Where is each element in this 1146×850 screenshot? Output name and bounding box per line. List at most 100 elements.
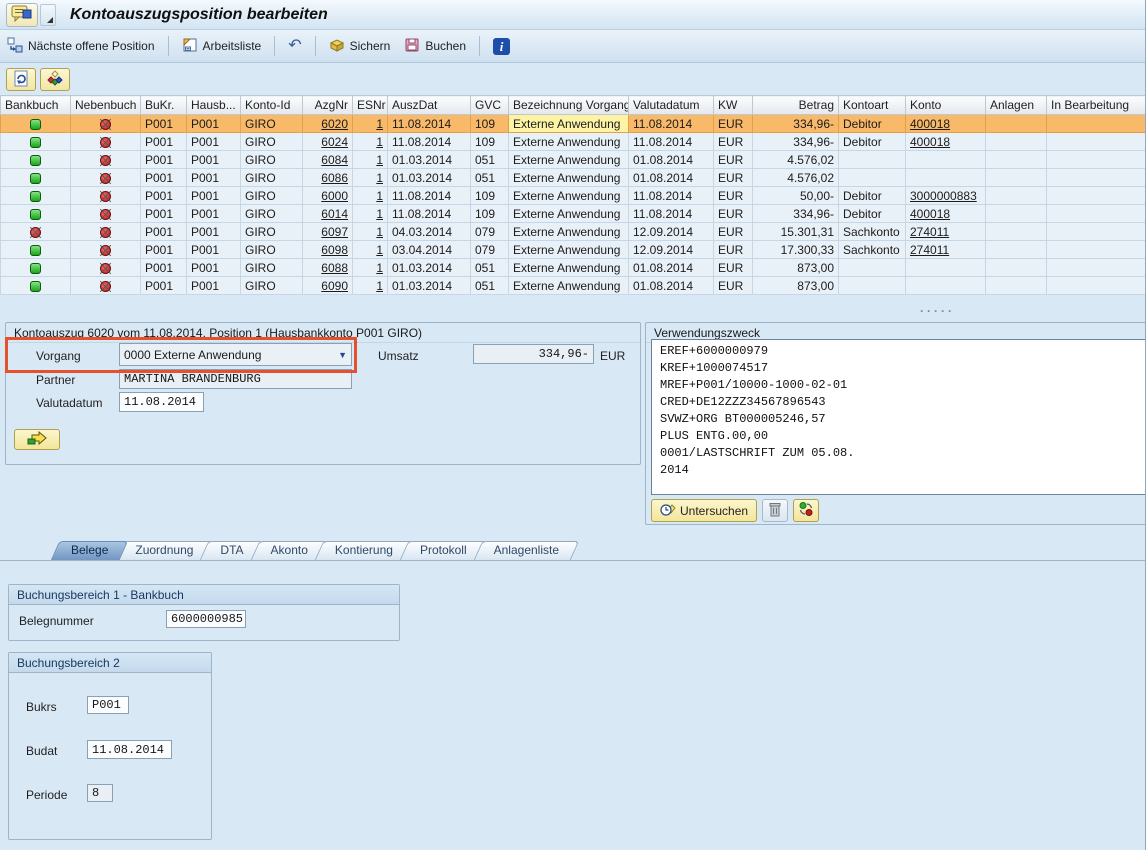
column-header[interactable]: Nebenbuch — [71, 96, 141, 115]
column-header[interactable]: Hausb... — [187, 96, 241, 115]
hierarchy-sort-button[interactable] — [40, 68, 70, 91]
column-header[interactable]: KW — [714, 96, 753, 115]
save-button[interactable]: Sichern — [322, 34, 398, 59]
valutadatum-field[interactable]: 11.08.2014 — [119, 392, 204, 412]
cell-link[interactable]: 1 — [353, 277, 388, 295]
column-header[interactable]: Valutadatum — [629, 96, 714, 115]
column-header[interactable]: Kontoart — [839, 96, 906, 115]
services-menu-button[interactable] — [6, 3, 38, 27]
column-header[interactable]: GVC — [471, 96, 509, 115]
cell — [1047, 259, 1146, 277]
payment-note-text[interactable]: EREF+6000000979 KREF+1000074517 MREF+P00… — [651, 339, 1146, 495]
cell-link[interactable]: 3000000883 — [906, 187, 986, 205]
cell-link[interactable]: 6086 — [303, 169, 353, 187]
cell-link[interactable]: 6088 — [303, 259, 353, 277]
column-header[interactable]: ESNr — [353, 96, 388, 115]
cell-link[interactable]: 6020 — [303, 115, 353, 133]
nebenbuch-status-icon — [100, 191, 111, 202]
partner-field[interactable]: MARTINA BRANDENBURG — [119, 369, 352, 389]
swap-status-button[interactable] — [793, 499, 819, 522]
table-row[interactable]: P001P001GIRO6097104.03.2014079Externe An… — [1, 223, 1146, 241]
column-header[interactable]: BuKr. — [141, 96, 187, 115]
belegnummer-field[interactable]: 6000000985 — [166, 610, 246, 628]
cell-link[interactable]: 6098 — [303, 241, 353, 259]
column-header[interactable]: Betrag — [753, 96, 839, 115]
cell-link[interactable]: 1 — [353, 223, 388, 241]
cell — [1047, 115, 1146, 133]
tab-belege[interactable]: Belege — [55, 541, 124, 560]
table-row[interactable]: P001P001GIRO6024111.08.2014109Externe An… — [1, 133, 1146, 151]
tab-akonto[interactable]: Akonto — [255, 541, 324, 560]
cell-link[interactable]: 6097 — [303, 223, 353, 241]
execute-arrow-icon — [26, 431, 48, 449]
vorgang-combobox[interactable]: 0000 Externe Anwendung ▼ — [119, 343, 352, 366]
column-header[interactable]: Anlagen — [986, 96, 1047, 115]
cell-link[interactable]: 1 — [353, 205, 388, 223]
cell-link[interactable]: 1 — [353, 115, 388, 133]
tab-anlagenliste[interactable]: Anlagenliste — [478, 541, 575, 560]
execute-button[interactable] — [14, 429, 60, 450]
umsatz-field[interactable]: 334,96- — [473, 344, 594, 364]
cell-link[interactable]: 1 — [353, 259, 388, 277]
cell: 079 — [471, 241, 509, 259]
cell-link[interactable]: 1 — [353, 187, 388, 205]
tab-kontierung[interactable]: Kontierung — [319, 541, 409, 560]
budat-field[interactable]: 11.08.2014 — [87, 740, 172, 759]
cell-link[interactable]: 400018 — [906, 115, 986, 133]
cell: EUR — [714, 169, 753, 187]
worklist-button[interactable]: Arbeitsliste — [175, 34, 269, 59]
cell-link[interactable]: 274011 — [906, 223, 986, 241]
cell — [1047, 151, 1146, 169]
table-resize-grip[interactable]: ····· — [920, 304, 955, 318]
cell: Externe Anwendung — [509, 259, 629, 277]
column-header[interactable]: AzgNr — [303, 96, 353, 115]
tab-zuordnung[interactable]: Zuordnung — [119, 541, 209, 560]
undo-icon: ↶ — [288, 39, 301, 53]
cell-link[interactable]: 1 — [353, 133, 388, 151]
cell — [1047, 241, 1146, 259]
bukrs-field[interactable]: P001 — [87, 696, 129, 714]
cell-link[interactable]: 1 — [353, 241, 388, 259]
nebenbuch-status-icon — [100, 245, 111, 256]
cell-link[interactable]: 6084 — [303, 151, 353, 169]
column-header[interactable]: AuszDat — [388, 96, 471, 115]
column-header[interactable]: Bankbuch — [1, 96, 71, 115]
cell-link[interactable]: 274011 — [906, 241, 986, 259]
cell: 4.576,02 — [753, 151, 839, 169]
table-row[interactable]: P001P001GIRO6014111.08.2014109Externe An… — [1, 205, 1146, 223]
table-row[interactable]: P001P001GIRO6088101.03.2014051Externe An… — [1, 259, 1146, 277]
table-row[interactable]: P001P001GIRO6086101.03.2014051Externe An… — [1, 169, 1146, 187]
cell-link[interactable]: 400018 — [906, 205, 986, 223]
column-header[interactable]: Bezeichnung Vorgang — [509, 96, 629, 115]
column-header[interactable]: In Bearbeitung — [1047, 96, 1146, 115]
post-button[interactable]: Buchen — [397, 34, 473, 59]
cell-link[interactable]: 6014 — [303, 205, 353, 223]
cell: P001 — [141, 115, 187, 133]
table-row[interactable]: P001P001GIRO6090101.03.2014051Externe An… — [1, 277, 1146, 295]
cell-link[interactable]: 6000 — [303, 187, 353, 205]
table-row[interactable]: P001P001GIRO6098103.04.2014079Externe An… — [1, 241, 1146, 259]
cell-link[interactable]: 6090 — [303, 277, 353, 295]
column-header[interactable]: Konto-Id — [241, 96, 303, 115]
cell-link[interactable]: 1 — [353, 169, 388, 187]
table-row[interactable]: P001P001GIRO6020111.08.2014109Externe An… — [1, 115, 1146, 133]
cell: 01.08.2014 — [629, 277, 714, 295]
refresh-button[interactable] — [6, 68, 36, 91]
next-position-icon — [7, 37, 23, 56]
cell-link[interactable]: 6024 — [303, 133, 353, 151]
next-open-position-button[interactable]: Nächste offene Position — [0, 34, 162, 59]
inspect-button[interactable]: Untersuchen — [651, 499, 757, 522]
bukrs-value: P001 — [92, 698, 121, 712]
periode-field[interactable]: 8 — [87, 784, 113, 802]
delete-button[interactable] — [762, 499, 788, 522]
cell: EUR — [714, 133, 753, 151]
cell-link[interactable]: 400018 — [906, 133, 986, 151]
info-button[interactable]: i — [486, 35, 517, 58]
table-row[interactable]: P001P001GIRO6000111.08.2014109Externe An… — [1, 187, 1146, 205]
cell-link[interactable]: 1 — [353, 151, 388, 169]
column-header[interactable]: Konto — [906, 96, 986, 115]
table-row[interactable]: P001P001GIRO6084101.03.2014051Externe An… — [1, 151, 1146, 169]
titlebar-dropdown-button[interactable] — [40, 4, 56, 26]
undo-button[interactable]: ↶ — [281, 36, 308, 56]
tab-protokoll[interactable]: Protokoll — [404, 541, 483, 560]
